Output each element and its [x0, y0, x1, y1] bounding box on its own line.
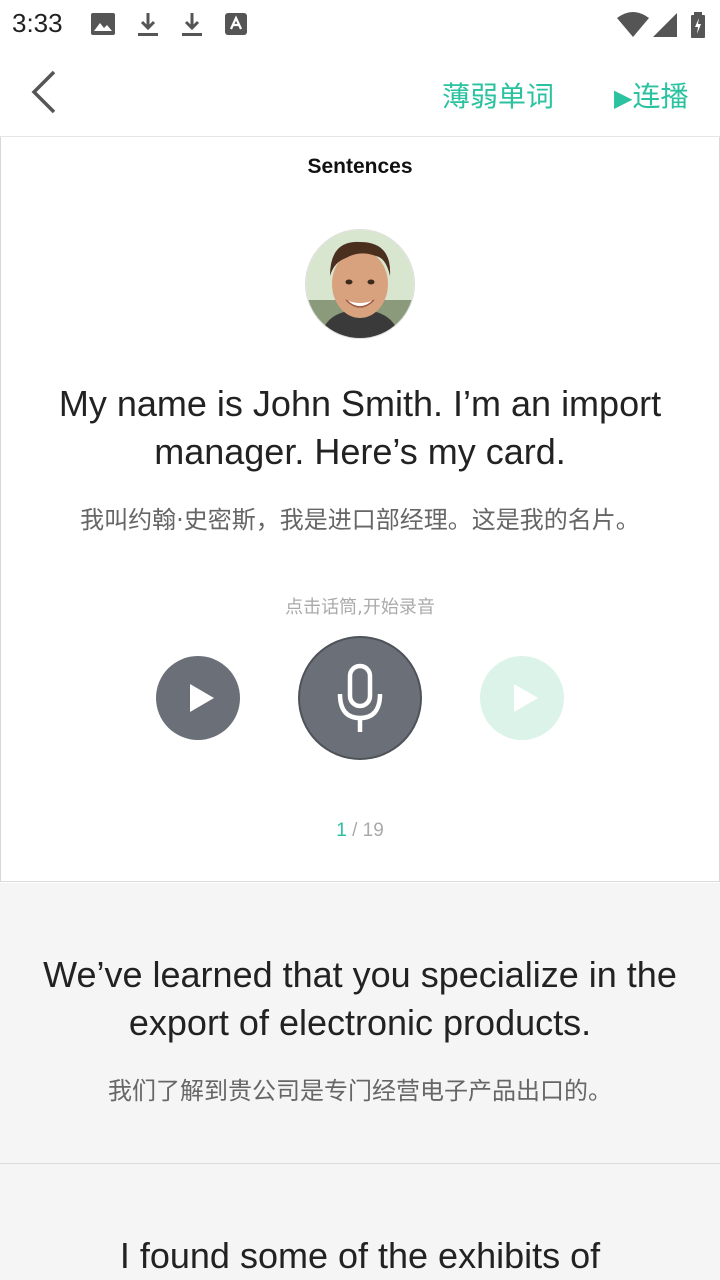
- list-item[interactable]: I found some of the exhibits of: [0, 1164, 720, 1280]
- play-icon: [514, 684, 538, 712]
- play-icon: ▶: [614, 84, 633, 112]
- list-item-english: We’ve learned that you specialize in the…: [43, 954, 677, 1043]
- page-total: / 19: [352, 820, 384, 841]
- weak-words-button[interactable]: 薄弱单词: [442, 75, 554, 115]
- play-original-button[interactable]: [156, 656, 240, 740]
- play-icon: [190, 684, 214, 712]
- status-time: 3:33: [12, 8, 63, 38]
- avatar: [306, 230, 414, 338]
- record-hint: 点击话筒,开始录音: [285, 597, 435, 618]
- play-recording-button[interactable]: [480, 656, 564, 740]
- play-all-label: 连播: [632, 80, 689, 113]
- font-icon: [225, 13, 247, 35]
- download-icon: [182, 13, 202, 36]
- back-button[interactable]: [22, 70, 66, 114]
- top-bar: 薄弱单词 ▶连播: [0, 50, 720, 137]
- list-item-chinese: 我们了解到贵公司是专门经营电子产品出口的。: [108, 1077, 612, 1105]
- sentence-chinese: 我叫约翰·史密斯，我是进口部经理。这是我的名片。: [80, 506, 640, 534]
- microphone-icon: [337, 663, 383, 732]
- wifi-icon: [617, 12, 649, 37]
- status-bar: 3:33: [0, 0, 720, 50]
- list-item[interactable]: We’ve learned that you specialize in the…: [0, 883, 720, 1164]
- chevron-left-icon: [31, 70, 56, 114]
- speaker-avatar-image: [306, 230, 414, 338]
- play-all-button[interactable]: ▶连播: [614, 75, 688, 115]
- section-title: Sentences: [307, 155, 413, 178]
- record-microphone-button[interactable]: [300, 638, 420, 758]
- list-item-english: I found some of the exhibits of: [119, 1235, 601, 1276]
- sentence-english: My name is John Smith. I’m an import man…: [58, 383, 662, 472]
- download-icon: [138, 13, 158, 36]
- page-current: 1: [336, 820, 347, 841]
- page-indicator: 1 / 19: [0, 820, 720, 842]
- image-icon: [91, 13, 115, 35]
- signal-icon: [653, 13, 677, 37]
- battery-icon: [691, 12, 705, 38]
